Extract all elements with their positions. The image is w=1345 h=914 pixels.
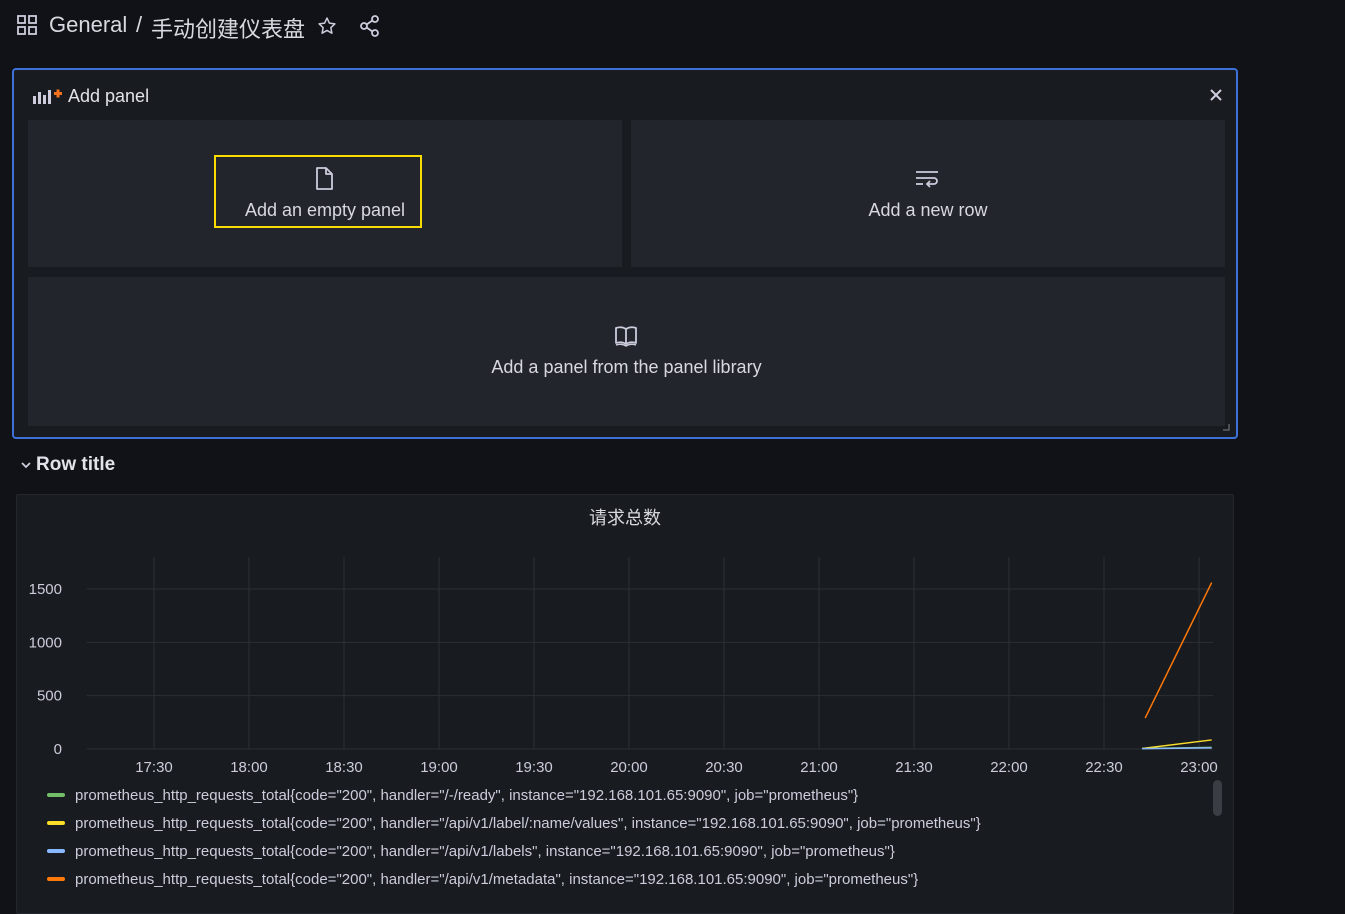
x-tick-label: 19:00 xyxy=(420,759,458,776)
legend-scrollbar[interactable] xyxy=(1213,780,1222,816)
y-tick-label: 500 xyxy=(37,688,62,705)
x-tick-label: 22:00 xyxy=(990,759,1028,776)
close-icon[interactable] xyxy=(1208,87,1224,103)
series-line-3 xyxy=(1144,582,1213,719)
share-icon[interactable] xyxy=(360,15,380,37)
x-tick-label: 22:30 xyxy=(1085,759,1123,776)
legend-item[interactable]: prometheus_http_requests_total{code="200… xyxy=(47,781,1207,809)
x-tick-label: 21:00 xyxy=(800,759,838,776)
add-panel-icon xyxy=(33,89,62,104)
legend-label: prometheus_http_requests_total{code="200… xyxy=(75,842,895,860)
chevron-down-icon[interactable] xyxy=(20,459,32,471)
resize-handle-icon[interactable] xyxy=(1222,423,1230,431)
add-panel-widget: Add panel Add an empty panel Add a new r… xyxy=(12,68,1238,439)
x-tick-label: 21:30 xyxy=(895,759,933,776)
row-title[interactable]: Row title xyxy=(36,454,115,476)
y-tick-label: 1500 xyxy=(29,581,62,598)
time-series-chart: 0 500 1000 1500 17:30 18:00 18:30 19:00 19:30 20:… xyxy=(29,557,1218,776)
add-new-row-label: Add a new row xyxy=(868,200,988,220)
x-tick-label: 17:30 xyxy=(135,759,173,776)
y-tick-label: 0 xyxy=(54,741,62,758)
x-tick-label: 20:30 xyxy=(705,759,743,776)
legend-swatch xyxy=(47,849,65,853)
graph-panel: 请求总数 0 500 1000 1500 17:30 18:00 18:30 19:00 19:… xyxy=(16,494,1234,914)
legend-label: prometheus_http_requests_total{code="200… xyxy=(75,814,981,832)
legend-item[interactable]: prometheus_http_requests_total{code="200… xyxy=(47,865,1207,893)
y-tick-label: 1000 xyxy=(29,634,62,651)
add-panel-header: Add panel xyxy=(14,70,1236,120)
legend-swatch xyxy=(47,877,65,881)
series-line-2 xyxy=(1141,747,1212,750)
legend-label: prometheus_http_requests_total{code="200… xyxy=(75,870,919,888)
legend-swatch xyxy=(47,821,65,825)
book-icon xyxy=(615,326,637,347)
breadcrumb-separator: / xyxy=(136,12,143,37)
add-empty-panel-label: Add an empty panel xyxy=(244,200,406,220)
add-empty-panel-button[interactable]: Add an empty panel xyxy=(28,120,622,267)
apps-grid-icon[interactable] xyxy=(17,15,37,35)
x-tick-label: 18:00 xyxy=(230,759,268,776)
legend-item[interactable]: prometheus_http_requests_total{code="200… xyxy=(47,837,1207,865)
x-tick-label: 23:00 xyxy=(1180,759,1218,776)
dashboard-navbar: General / 手动创建仪表盘 xyxy=(0,0,1345,52)
chart-legend: prometheus_http_requests_total{code="200… xyxy=(47,781,1207,893)
row-wrap-icon xyxy=(916,171,938,188)
x-tick-label: 20:00 xyxy=(610,759,648,776)
x-tick-label: 19:30 xyxy=(515,759,553,776)
file-icon xyxy=(316,167,333,190)
add-panel-title: Add panel xyxy=(68,86,150,106)
add-library-panel-label: Add a panel from the panel library xyxy=(491,357,762,377)
legend-swatch xyxy=(47,793,65,797)
legend-label: prometheus_http_requests_total{code="200… xyxy=(75,786,859,804)
dashboard-title[interactable]: 手动创建仪表盘 xyxy=(151,12,305,44)
x-tick-label: 18:30 xyxy=(325,759,363,776)
add-new-row-button[interactable]: Add a new row xyxy=(631,120,1225,267)
add-library-panel-button[interactable]: Add a panel from the panel library xyxy=(28,277,1225,426)
breadcrumb-folder[interactable]: General xyxy=(49,12,127,38)
legend-item[interactable]: prometheus_http_requests_total{code="200… xyxy=(47,809,1207,837)
star-icon[interactable] xyxy=(317,16,337,36)
